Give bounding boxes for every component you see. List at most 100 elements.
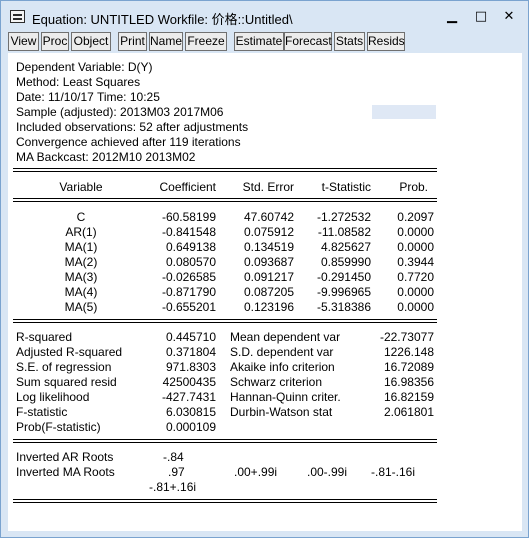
ma-root-value: -.81-.16i bbox=[371, 465, 416, 479]
stat-value: 16.72089 bbox=[383, 360, 434, 374]
coef-variable: MA(3) bbox=[64, 270, 98, 284]
selection-highlight bbox=[372, 105, 436, 119]
prob-value: 0.0000 bbox=[397, 300, 434, 314]
date-line: Date: 11/10/17 Time: 10:25 bbox=[16, 90, 160, 104]
maximize-button[interactable]: □ bbox=[470, 7, 492, 27]
ma-root-value: .00-.99i bbox=[307, 465, 348, 479]
divider bbox=[13, 198, 437, 199]
prob-value: 0.0000 bbox=[397, 225, 434, 239]
col-header-prob: Prob. bbox=[399, 180, 428, 194]
resids-button[interactable]: Resids bbox=[367, 32, 405, 51]
ma-root-value: .00+.99i bbox=[234, 465, 278, 479]
std-error-value: 0.087205 bbox=[243, 285, 294, 299]
dependent-variable-line: Dependent Variable: D(Y) bbox=[16, 60, 153, 74]
col-header-coefficient: Coefficient bbox=[159, 180, 216, 194]
stat-value: 16.82159 bbox=[383, 390, 434, 404]
coef-value: -60.58199 bbox=[161, 210, 216, 224]
stat-label: S.D. dependent var bbox=[230, 345, 334, 359]
std-error-value: 0.134519 bbox=[243, 240, 294, 254]
divider bbox=[13, 439, 437, 440]
ma-backcast-line: MA Backcast: 2012M10 2013M02 bbox=[16, 150, 196, 164]
stat-value: -427.7431 bbox=[161, 390, 216, 404]
prob-value: 0.3944 bbox=[397, 255, 434, 269]
coef-variable: MA(1) bbox=[64, 240, 98, 254]
stat-value: 0.445710 bbox=[165, 330, 216, 344]
coef-value: -0.655201 bbox=[161, 300, 216, 314]
ma-root-value: -.81+.16i bbox=[149, 480, 197, 494]
divider bbox=[13, 171, 437, 172]
ma-root-value: .97 bbox=[168, 465, 185, 479]
std-error-value: 0.123196 bbox=[243, 300, 294, 314]
coef-variable: C bbox=[76, 210, 86, 224]
coef-variable: MA(5) bbox=[64, 300, 98, 314]
stat-value: 0.000109 bbox=[165, 420, 216, 434]
stat-label: F-statistic bbox=[16, 405, 68, 419]
stat-value: 971.8303 bbox=[165, 360, 216, 374]
stat-label: Mean dependent var bbox=[230, 330, 341, 344]
std-error-value: 47.60742 bbox=[243, 210, 294, 224]
stat-label: Schwarz criterion bbox=[230, 375, 323, 389]
inverted-ma-roots-label: Inverted MA Roots bbox=[16, 465, 115, 479]
method-line: Method: Least Squares bbox=[16, 75, 141, 89]
stat-label: Log likelihood bbox=[16, 390, 90, 404]
stat-value: 6.030815 bbox=[165, 405, 216, 419]
divider bbox=[13, 322, 437, 323]
print-button[interactable]: Print bbox=[118, 32, 147, 51]
name-button[interactable]: Name bbox=[149, 32, 183, 51]
stat-value: 16.98356 bbox=[383, 375, 434, 389]
divider bbox=[13, 442, 437, 443]
window-title: Equation: UNTITLED Workfile: 价格::Untitle… bbox=[32, 12, 293, 27]
object-button[interactable]: Object bbox=[71, 32, 111, 51]
stat-value: 0.371804 bbox=[165, 345, 216, 359]
proc-button[interactable]: Proc bbox=[41, 32, 69, 51]
prob-value: 0.2097 bbox=[397, 210, 434, 224]
stat-label: R-squared bbox=[16, 330, 73, 344]
convergence-line: Convergence achieved after 119 iteration… bbox=[16, 135, 241, 149]
observations-line: Included observations: 52 after adjustme… bbox=[16, 120, 249, 134]
window-menu-icon[interactable] bbox=[10, 10, 25, 23]
stat-label: Sum squared resid bbox=[16, 375, 117, 389]
divider bbox=[13, 499, 437, 500]
stat-label: Adjusted R-squared bbox=[16, 345, 123, 359]
freeze-button[interactable]: Freeze bbox=[185, 32, 227, 51]
equation-window: Equation: UNTITLED Workfile: 价格::Untitle… bbox=[0, 0, 529, 538]
title-bar[interactable]: Equation: UNTITLED Workfile: 价格::Untitle… bbox=[1, 1, 528, 33]
prob-value: 0.0000 bbox=[397, 285, 434, 299]
std-error-value: 0.091217 bbox=[243, 270, 294, 284]
output-panel[interactable]: Dependent Variable: D(Y) Method: Least S… bbox=[8, 53, 522, 531]
stat-label: Durbin-Watson stat bbox=[230, 405, 333, 419]
stat-value: 2.061801 bbox=[383, 405, 434, 419]
stats-button[interactable]: Stats bbox=[334, 32, 365, 51]
stat-value: 1226.148 bbox=[383, 345, 434, 359]
stat-label: S.E. of regression bbox=[16, 360, 112, 374]
stat-value: 42500435 bbox=[162, 375, 216, 389]
coef-value: -0.026585 bbox=[161, 270, 216, 284]
std-error-value: 0.075912 bbox=[243, 225, 294, 239]
stat-value: -22.73077 bbox=[379, 330, 434, 344]
prob-value: 0.0000 bbox=[397, 240, 434, 254]
col-header-variable: Variable bbox=[59, 180, 103, 194]
divider bbox=[13, 201, 437, 202]
inverted-ar-roots-label: Inverted AR Roots bbox=[16, 450, 114, 464]
coef-value: 0.649138 bbox=[165, 240, 216, 254]
coef-variable: MA(4) bbox=[64, 285, 98, 299]
forecast-button[interactable]: Forecast bbox=[284, 32, 332, 51]
coef-value: -0.841548 bbox=[161, 225, 216, 239]
coef-variable: AR(1) bbox=[65, 225, 97, 239]
divider bbox=[13, 502, 437, 503]
coef-variable: MA(2) bbox=[64, 255, 98, 269]
close-button[interactable]: ✕ bbox=[498, 7, 520, 27]
coef-value: 0.080570 bbox=[165, 255, 216, 269]
stat-label: Prob(F-statistic) bbox=[16, 420, 101, 434]
sample-line: Sample (adjusted): 2013M03 2017M06 bbox=[16, 105, 224, 119]
stat-label: Akaike info criterion bbox=[230, 360, 335, 374]
toolbar: View Proc Object Print Name Freeze Estim… bbox=[8, 32, 524, 52]
divider bbox=[13, 168, 437, 169]
view-button[interactable]: View bbox=[8, 32, 39, 51]
std-error-value: 0.093687 bbox=[243, 255, 294, 269]
prob-value: 0.7720 bbox=[397, 270, 434, 284]
stat-label: Hannan-Quinn criter. bbox=[230, 390, 341, 404]
minimize-button[interactable]: ▁ bbox=[441, 7, 463, 27]
estimate-button[interactable]: Estimate bbox=[234, 32, 284, 51]
ar-root-value: -.84 bbox=[163, 450, 184, 464]
